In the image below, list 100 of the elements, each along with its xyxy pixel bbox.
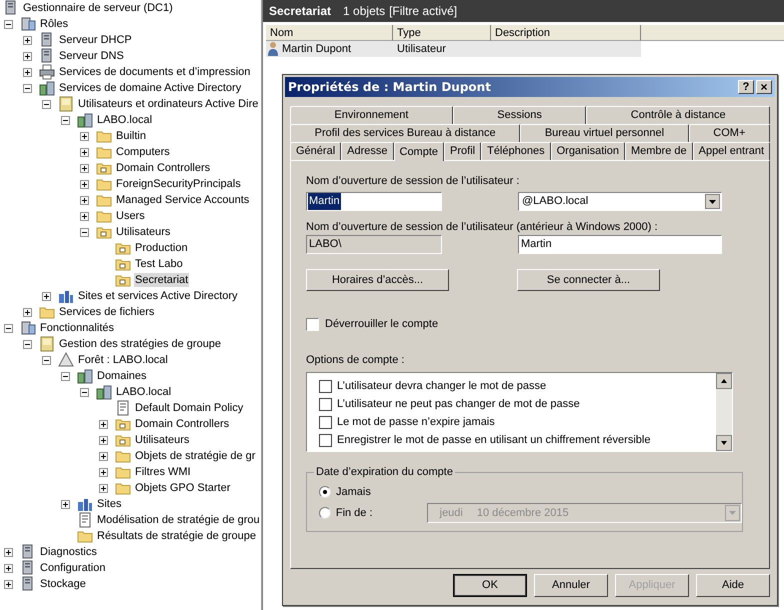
expander-icon[interactable] bbox=[99, 484, 108, 492]
tree-item[interactable]: Résultats de stratégie de groupe bbox=[96, 529, 257, 543]
expander-icon[interactable] bbox=[80, 212, 89, 220]
tree-item[interactable]: Utilisateurs bbox=[115, 225, 172, 239]
expander-icon[interactable] bbox=[42, 100, 51, 108]
expander-icon[interactable] bbox=[99, 452, 108, 460]
tab[interactable]: Membre de bbox=[624, 142, 693, 160]
expander-icon[interactable] bbox=[4, 580, 13, 588]
tab[interactable]: Contrôle à distance bbox=[586, 106, 770, 124]
tree-item[interactable]: Serveur DNS bbox=[58, 49, 125, 63]
tab[interactable]: Téléphones bbox=[481, 142, 551, 160]
expander-icon[interactable] bbox=[4, 324, 13, 332]
expander-icon[interactable] bbox=[80, 196, 89, 204]
expander-icon[interactable] bbox=[23, 36, 32, 44]
tree-item[interactable]: Users bbox=[115, 209, 146, 223]
tab[interactable]: Adresse bbox=[341, 142, 394, 160]
column-header[interactable]: Type bbox=[393, 25, 491, 41]
tree-item[interactable]: Serveur DHCP bbox=[58, 33, 133, 47]
close-button[interactable]: × bbox=[756, 80, 772, 94]
tree-item[interactable]: Default Domain Policy bbox=[134, 401, 244, 415]
expander-icon[interactable] bbox=[80, 148, 89, 156]
tab[interactable]: Profil bbox=[444, 142, 482, 160]
tab[interactable]: Organisation bbox=[550, 142, 625, 160]
expander-icon[interactable] bbox=[23, 68, 32, 76]
expander-icon[interactable] bbox=[61, 372, 70, 380]
tab[interactable]: Compte bbox=[394, 142, 444, 161]
logon-name-field[interactable]: Martin bbox=[306, 192, 442, 211]
dialog-button[interactable]: Annuler bbox=[534, 574, 608, 597]
expander-icon[interactable] bbox=[80, 388, 89, 396]
tree-item[interactable]: Gestionnaire de serveur (DC1) bbox=[22, 1, 174, 15]
expander-icon[interactable] bbox=[42, 356, 51, 364]
tree-item[interactable]: Computers bbox=[115, 145, 171, 159]
tree-item[interactable]: LABO.local bbox=[96, 113, 154, 127]
tree-item[interactable]: Objets de stratégie de gr bbox=[134, 449, 256, 463]
expander-icon[interactable] bbox=[99, 468, 108, 476]
logon-hours-button[interactable]: Horaires d’accès... bbox=[306, 269, 449, 291]
tab[interactable]: Appel entrant bbox=[692, 142, 770, 160]
tree-item[interactable]: Services de documents et d’impression bbox=[58, 65, 252, 79]
expander-icon[interactable] bbox=[61, 500, 70, 508]
tree-item[interactable]: Secretariat bbox=[134, 273, 190, 287]
tree-item[interactable]: Gestion des stratégies de groupe bbox=[58, 337, 222, 351]
expander-icon[interactable] bbox=[4, 20, 13, 28]
tree-item[interactable]: Diagnostics bbox=[39, 545, 98, 559]
tree-item[interactable]: Rôles bbox=[39, 17, 70, 31]
tree-item[interactable]: Utilisateurs bbox=[134, 433, 190, 447]
column-header[interactable]: Nom bbox=[266, 25, 393, 41]
expander-icon[interactable] bbox=[80, 164, 89, 172]
tree-item[interactable]: LABO.local bbox=[115, 385, 172, 399]
checkbox[interactable] bbox=[319, 398, 332, 410]
tree-item[interactable]: Modélisation de stratégie de grou bbox=[96, 513, 261, 527]
tree-item[interactable]: Forêt : LABO.local bbox=[77, 353, 169, 367]
expander-icon[interactable] bbox=[99, 420, 108, 428]
expander-icon[interactable] bbox=[80, 180, 89, 188]
checkbox[interactable] bbox=[319, 434, 332, 446]
tree-item[interactable]: Services de fichiers bbox=[58, 305, 156, 319]
tree-item[interactable]: Objets GPO Starter bbox=[134, 481, 232, 495]
tree-item[interactable]: Domain Controllers bbox=[115, 161, 212, 175]
scrollbar[interactable] bbox=[716, 373, 732, 451]
tab[interactable]: Environnement bbox=[290, 106, 453, 124]
tree-item[interactable]: Sites et services Active Directory bbox=[77, 289, 239, 303]
expander-icon[interactable] bbox=[80, 132, 89, 140]
expander-icon[interactable] bbox=[61, 116, 70, 124]
logon-to-button[interactable]: Se connecter à... bbox=[517, 269, 660, 291]
tab[interactable]: Profil des services Bureau à distance bbox=[290, 124, 520, 142]
tab[interactable]: Sessions bbox=[452, 106, 586, 124]
tree-item[interactable]: ForeignSecurityPrincipals bbox=[115, 177, 242, 191]
radio-button[interactable] bbox=[319, 507, 331, 519]
tree-item[interactable]: Test Labo bbox=[134, 257, 184, 271]
tree-item[interactable]: Builtin bbox=[115, 129, 147, 143]
scroll-down-icon[interactable] bbox=[716, 435, 732, 451]
dialog-button[interactable]: OK bbox=[453, 574, 527, 597]
dialog-button[interactable]: Aide bbox=[696, 574, 770, 597]
tree-item[interactable]: Domain Controllers bbox=[134, 417, 230, 431]
tree-item[interactable]: Stockage bbox=[39, 577, 87, 591]
scroll-up-icon[interactable] bbox=[716, 373, 732, 389]
expander-icon[interactable] bbox=[80, 228, 89, 236]
expander-icon[interactable] bbox=[23, 52, 32, 60]
expander-icon[interactable] bbox=[4, 564, 13, 572]
checkbox[interactable] bbox=[319, 380, 332, 392]
expander-icon[interactable] bbox=[23, 340, 32, 348]
expander-icon[interactable] bbox=[42, 292, 51, 300]
checkbox[interactable] bbox=[306, 318, 319, 330]
tree-item[interactable]: Managed Service Accounts bbox=[115, 193, 250, 207]
expander-icon[interactable] bbox=[4, 548, 13, 556]
tree-item[interactable]: Domaines bbox=[96, 369, 148, 383]
tree-item[interactable]: Utilisateurs et ordinateurs Active Dire bbox=[77, 97, 260, 111]
column-header[interactable]: Description bbox=[491, 25, 641, 41]
help-button[interactable]: ? bbox=[738, 80, 754, 94]
tree-item[interactable]: Production bbox=[134, 241, 189, 255]
tree-item[interactable]: Sites bbox=[96, 497, 122, 511]
tab[interactable]: Bureau virtuel personnel bbox=[520, 124, 689, 142]
tab[interactable]: COM+ bbox=[688, 124, 770, 142]
expander-icon[interactable] bbox=[99, 436, 108, 444]
expander-icon[interactable] bbox=[23, 308, 32, 316]
tab[interactable]: Général bbox=[290, 142, 342, 160]
radio-button[interactable] bbox=[319, 486, 331, 498]
tree-item[interactable]: Fonctionnalités bbox=[39, 321, 115, 335]
checkbox[interactable] bbox=[319, 416, 332, 428]
tree-item[interactable]: Configuration bbox=[39, 561, 106, 575]
tree-item[interactable]: Services de domaine Active Directory bbox=[58, 81, 242, 95]
